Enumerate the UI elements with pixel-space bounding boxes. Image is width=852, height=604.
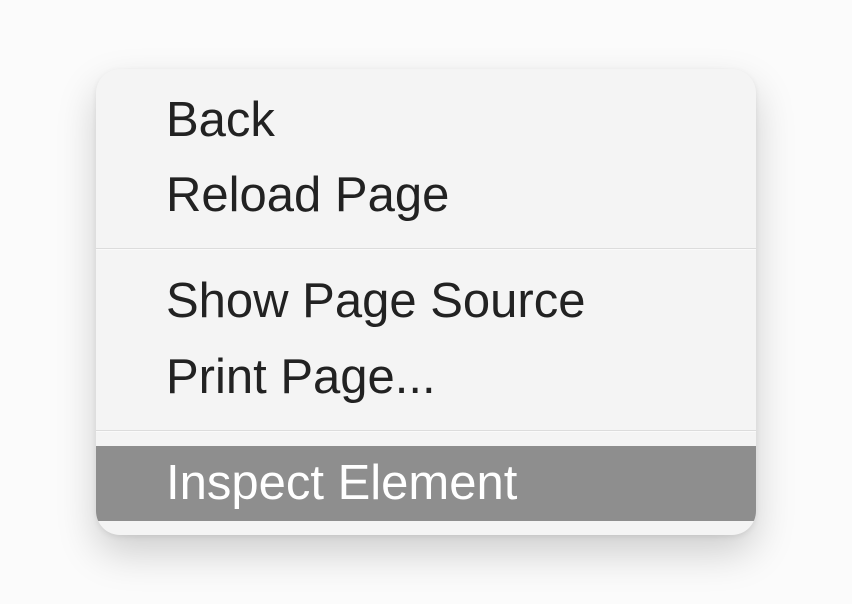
menu-item-show-page-source[interactable]: Show Page Source — [96, 264, 756, 340]
menu-item-inspect-element[interactable]: Inspect Element — [96, 446, 756, 522]
menu-separator — [96, 430, 756, 432]
menu-item-back[interactable]: Back — [96, 83, 756, 159]
menu-item-print-page[interactable]: Print Page... — [96, 340, 756, 416]
menu-item-reload-page[interactable]: Reload Page — [96, 158, 756, 234]
menu-separator — [96, 248, 756, 250]
context-menu: Back Reload Page Show Page Source Print … — [96, 69, 756, 535]
